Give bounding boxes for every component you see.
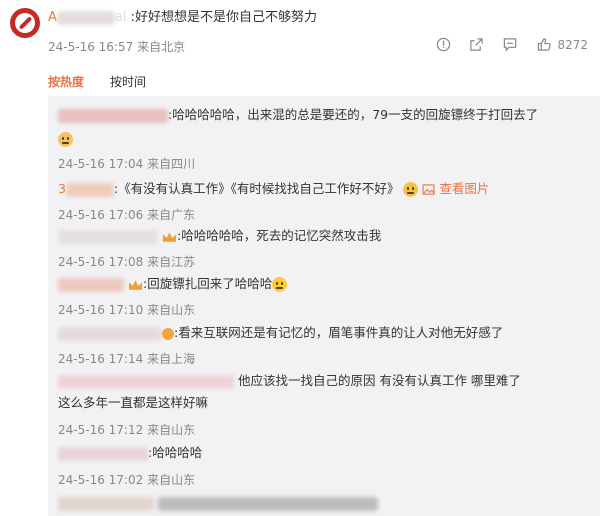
comment-meta: 24-5-16 17:08 来自江苏 (58, 255, 196, 269)
sort-tabs: 按热度 按时间 (48, 73, 146, 90)
blurred-username[interactable] (58, 108, 168, 123)
like-button[interactable]: 8272 (536, 37, 588, 52)
like-icon (536, 37, 552, 52)
crown-badge-icon (162, 231, 177, 242)
comment-text: :哈哈哈哈哈，死去的记忆突然攻击我 (176, 228, 382, 243)
blurred-username[interactable] (58, 374, 234, 389)
comment-text: :看来互联网还是有记忆的，眉笔事件真的让人对他无好感了 (174, 325, 504, 340)
view-image-link[interactable]: 查看图片 (422, 181, 489, 196)
post-location: 来自北京 (137, 40, 186, 54)
report-icon[interactable] (436, 37, 451, 52)
username-tail[interactable]: al (115, 10, 127, 25)
list-item: :看来互联网还是有记忆的，眉笔事件真的让人对他无好感了 (58, 324, 503, 342)
list-item: 3 :《有没有认真工作》《有时候找找自己工作好不好》 查看图片 (58, 180, 489, 198)
blurred-username[interactable] (65, 182, 114, 197)
list-item: :回旋镖扎回来了哈哈哈 (58, 275, 288, 293)
list-item: :哈哈哈哈 (58, 444, 202, 462)
blurred-username[interactable] (58, 326, 162, 341)
blurred-username[interactable] (58, 277, 124, 292)
comment-meta: 24-5-16 17:14 来自上海 (58, 352, 196, 366)
comment-text: 他应该找一找自己的原因 有没有认真工作 哪里难了 (237, 373, 521, 388)
blurred-username[interactable] (58, 446, 148, 461)
blurred-comment-text (157, 496, 378, 511)
blurred-username (56, 10, 115, 25)
comment-text: :哈哈哈哈 (148, 445, 203, 460)
comment-meta: 24-5-16 17:10 来自山东 (58, 303, 196, 317)
post-content: Aal :好好想想是不是你自己不够努力 (48, 9, 317, 27)
doge-emoji-icon (58, 132, 73, 147)
share-icon[interactable] (469, 37, 484, 52)
comment-meta: 24-5-16 17:12 来自山东 (58, 423, 196, 437)
comment-list: :哈哈哈哈哈，出来混的总是要还的，79一支的回旋镖终于打回去了 24-5-16 … (48, 96, 600, 516)
like-count: 8272 (557, 37, 588, 52)
comment-meta: 24-5-16 17:04 来自四川 (58, 157, 196, 171)
comment-meta: 24-5-16 17:02 来自山东 (58, 473, 196, 487)
username-fragment[interactable]: A (48, 10, 57, 25)
tab-time[interactable]: 按时间 (110, 73, 146, 90)
comment-text: :《有没有认真工作》《有时候找找自己工作好不好》 (113, 181, 400, 196)
username-fragment[interactable]: 3 (58, 181, 66, 196)
avatar[interactable] (10, 8, 40, 38)
list-item: :哈哈哈哈哈，死去的记忆突然攻击我 (58, 227, 381, 245)
crown-badge-icon (128, 279, 143, 290)
laugh-cry-emoji-icon (272, 277, 288, 292)
comment-text-line2: 这么多年一直都是这样好嘛 (58, 395, 209, 410)
comment-icon[interactable] (502, 37, 518, 52)
lion-emoji-icon (162, 327, 174, 340)
list-item (58, 494, 378, 512)
post-meta: 24-5-16 16:57 来自北京 (48, 38, 185, 55)
comment-meta: 24-5-16 17:06 来自广东 (58, 208, 196, 222)
post-datetime: 24-5-16 16:57 (48, 40, 134, 54)
list-item: 他应该找一找自己的原因 有没有认真工作 哪里难了 (58, 372, 521, 390)
post-text: :好好想想是不是你自己不够努力 (130, 10, 318, 25)
list-item: :哈哈哈哈哈，出来混的总是要还的，79一支的回旋镖终于打回去了 (58, 106, 538, 124)
tab-hot[interactable]: 按热度 (48, 73, 84, 90)
comment-text: :回旋镖扎回来了哈哈哈 (142, 276, 273, 291)
blurred-username[interactable] (58, 229, 158, 244)
post-actions: 8272 (436, 37, 588, 52)
cry-emoji-icon (403, 182, 419, 197)
blurred-username[interactable] (58, 496, 154, 511)
comment-text: :哈哈哈哈哈，出来混的总是要还的，79一支的回旋镖终于打回去了 (168, 107, 539, 122)
